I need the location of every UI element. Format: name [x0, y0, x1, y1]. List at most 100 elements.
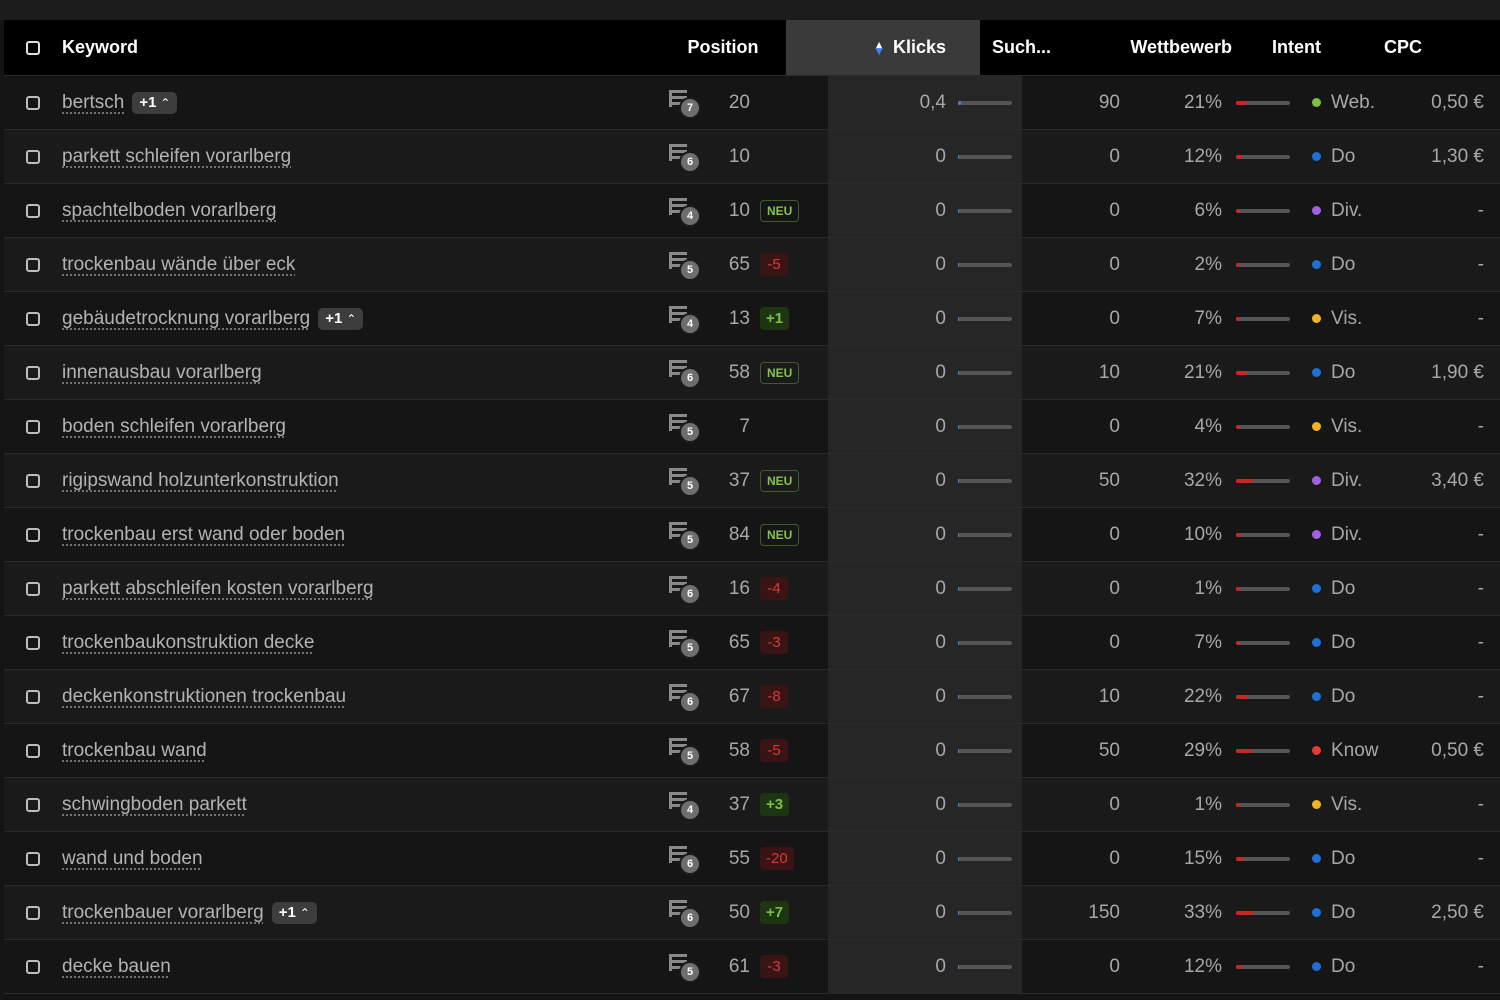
intent-cell: Div. [1298, 184, 1402, 237]
competition-value: 33% [1183, 901, 1222, 923]
serp-features-icon[interactable]: 4 [667, 195, 701, 227]
header-position[interactable]: Position [620, 20, 786, 75]
chevron-up-icon: ⌃ [299, 905, 310, 920]
serp-features-icon[interactable]: 6 [667, 573, 701, 605]
header-cpc[interactable]: CPC [1360, 20, 1458, 75]
row-checkbox[interactable] [26, 203, 40, 218]
serp-cell: 7 [662, 76, 704, 129]
keyword-link[interactable]: wand und boden [62, 848, 203, 870]
competition-bar [1236, 154, 1290, 159]
row-checkbox[interactable] [26, 365, 40, 380]
serp-features-icon[interactable]: 4 [667, 789, 701, 821]
header-intent[interactable]: Intent [1256, 20, 1360, 75]
intent-value: Div. [1331, 199, 1363, 221]
intent-value: Do [1331, 901, 1356, 923]
row-checkbox[interactable] [26, 581, 40, 596]
clicks-bar [958, 316, 1012, 321]
intent-dot-icon [1312, 260, 1321, 269]
serp-features-icon[interactable]: 5 [667, 465, 701, 497]
keyword-link[interactable]: boden schleifen vorarlberg [62, 416, 286, 438]
table-row: innenausbau vorarlberg ⌃ 6 58 NEU 0 10 [4, 346, 1500, 400]
serp-count-badge: 5 [679, 258, 701, 281]
row-checkbox[interactable] [26, 797, 40, 812]
intent-dot-icon [1312, 314, 1321, 323]
row-checkbox[interactable] [26, 959, 40, 974]
search-volume-cell: 0 [1022, 130, 1122, 183]
serp-features-icon[interactable]: 5 [667, 951, 701, 983]
competition-value: 29% [1183, 739, 1222, 761]
row-checkbox[interactable] [26, 689, 40, 704]
serp-features-icon[interactable]: 6 [667, 897, 701, 929]
chevron-up-icon: ⌃ [160, 95, 171, 110]
serp-features-icon[interactable]: 5 [667, 735, 701, 767]
row-checkbox-cell [4, 184, 62, 237]
row-checkbox[interactable] [26, 473, 40, 488]
competition-cell: 4% [1122, 400, 1298, 453]
position-cell: 58 NEU [704, 346, 828, 399]
row-checkbox[interactable] [26, 419, 40, 434]
select-all-checkbox[interactable] [26, 40, 40, 55]
keyword-link[interactable]: parkett schleifen vorarlberg [62, 146, 291, 168]
serp-features-icon[interactable]: 6 [667, 141, 701, 173]
keyword-link[interactable]: deckenkonstruktionen trockenbau [62, 686, 346, 708]
more-keywords-chip[interactable]: +1 ⌃ [318, 307, 364, 330]
clicks-cell: 0 [828, 886, 1022, 939]
row-checkbox[interactable] [26, 149, 40, 164]
row-checkbox[interactable] [26, 635, 40, 650]
header-search-volume-label: Such... [992, 37, 1052, 57]
keyword-link[interactable]: schwingboden parkett [62, 794, 247, 816]
serp-cell: 6 [662, 562, 704, 615]
competition-bar [1236, 856, 1290, 861]
keyword-link[interactable]: decke bauen [62, 956, 171, 978]
intent-value: Do [1331, 631, 1356, 653]
header-competition[interactable]: Wettbewerb [1080, 20, 1256, 75]
serp-features-icon[interactable]: 5 [667, 249, 701, 281]
keyword-link[interactable]: trockenbau wände über eck [62, 254, 295, 276]
intent-cell: Do [1298, 346, 1402, 399]
table-row: trockenbau erst wand oder boden ⌃ 5 84 N… [4, 508, 1500, 562]
cpc-cell: - [1402, 832, 1500, 885]
header-keyword[interactable]: Keyword [62, 20, 662, 75]
intent-dot-icon [1312, 854, 1321, 863]
keyword-link[interactable]: innenausbau vorarlberg [62, 362, 262, 384]
row-checkbox[interactable] [26, 311, 40, 326]
intent-value: Do [1331, 685, 1356, 707]
keyword-link[interactable]: bertsch [62, 92, 124, 114]
keyword-link[interactable]: trockenbau wand [62, 740, 207, 762]
serp-features-icon[interactable]: 5 [667, 627, 701, 659]
serp-features-icon[interactable]: 5 [667, 411, 701, 443]
keyword-link[interactable]: rigipswand holzunterkonstruktion [62, 470, 339, 492]
header-clicks[interactable]: ▲ ▼ Klicks [786, 20, 980, 75]
keyword-link[interactable]: spachtelboden vorarlberg [62, 200, 276, 222]
header-search-volume[interactable]: Such... [980, 20, 1080, 75]
competition-cell: 29% [1122, 724, 1298, 777]
competition-bar [1236, 694, 1290, 699]
row-checkbox[interactable] [26, 527, 40, 542]
serp-features-icon[interactable]: 7 [667, 87, 701, 119]
clicks-bar [958, 262, 1012, 267]
position-cell: 16 -4 [704, 562, 828, 615]
row-checkbox[interactable] [26, 95, 40, 110]
row-checkbox[interactable] [26, 851, 40, 866]
clicks-value: 0 [935, 145, 946, 167]
keyword-link[interactable]: trockenbauer vorarlberg [62, 902, 264, 924]
serp-features-icon[interactable]: 4 [667, 303, 701, 335]
serp-count-badge: 6 [679, 150, 701, 173]
serp-features-icon[interactable]: 6 [667, 681, 701, 713]
clicks-bar [958, 802, 1012, 807]
serp-cell: 6 [662, 346, 704, 399]
keyword-link[interactable]: gebäudetrocknung vorarlberg [62, 308, 310, 330]
serp-features-icon[interactable]: 5 [667, 519, 701, 551]
clicks-value: 0,4 [919, 91, 946, 113]
row-checkbox[interactable] [26, 257, 40, 272]
position-cell: 65 -3 [704, 616, 828, 669]
keyword-link[interactable]: parkett abschleifen kosten vorarlberg [62, 578, 374, 600]
more-keywords-chip[interactable]: +1 ⌃ [271, 901, 317, 924]
row-checkbox[interactable] [26, 743, 40, 758]
more-keywords-chip[interactable]: +1 ⌃ [132, 91, 178, 114]
keyword-link[interactable]: trockenbau erst wand oder boden [62, 524, 345, 546]
serp-features-icon[interactable]: 6 [667, 357, 701, 389]
keyword-link[interactable]: trockenbaukonstruktion decke [62, 632, 314, 654]
serp-features-icon[interactable]: 6 [667, 843, 701, 875]
row-checkbox[interactable] [26, 905, 40, 920]
